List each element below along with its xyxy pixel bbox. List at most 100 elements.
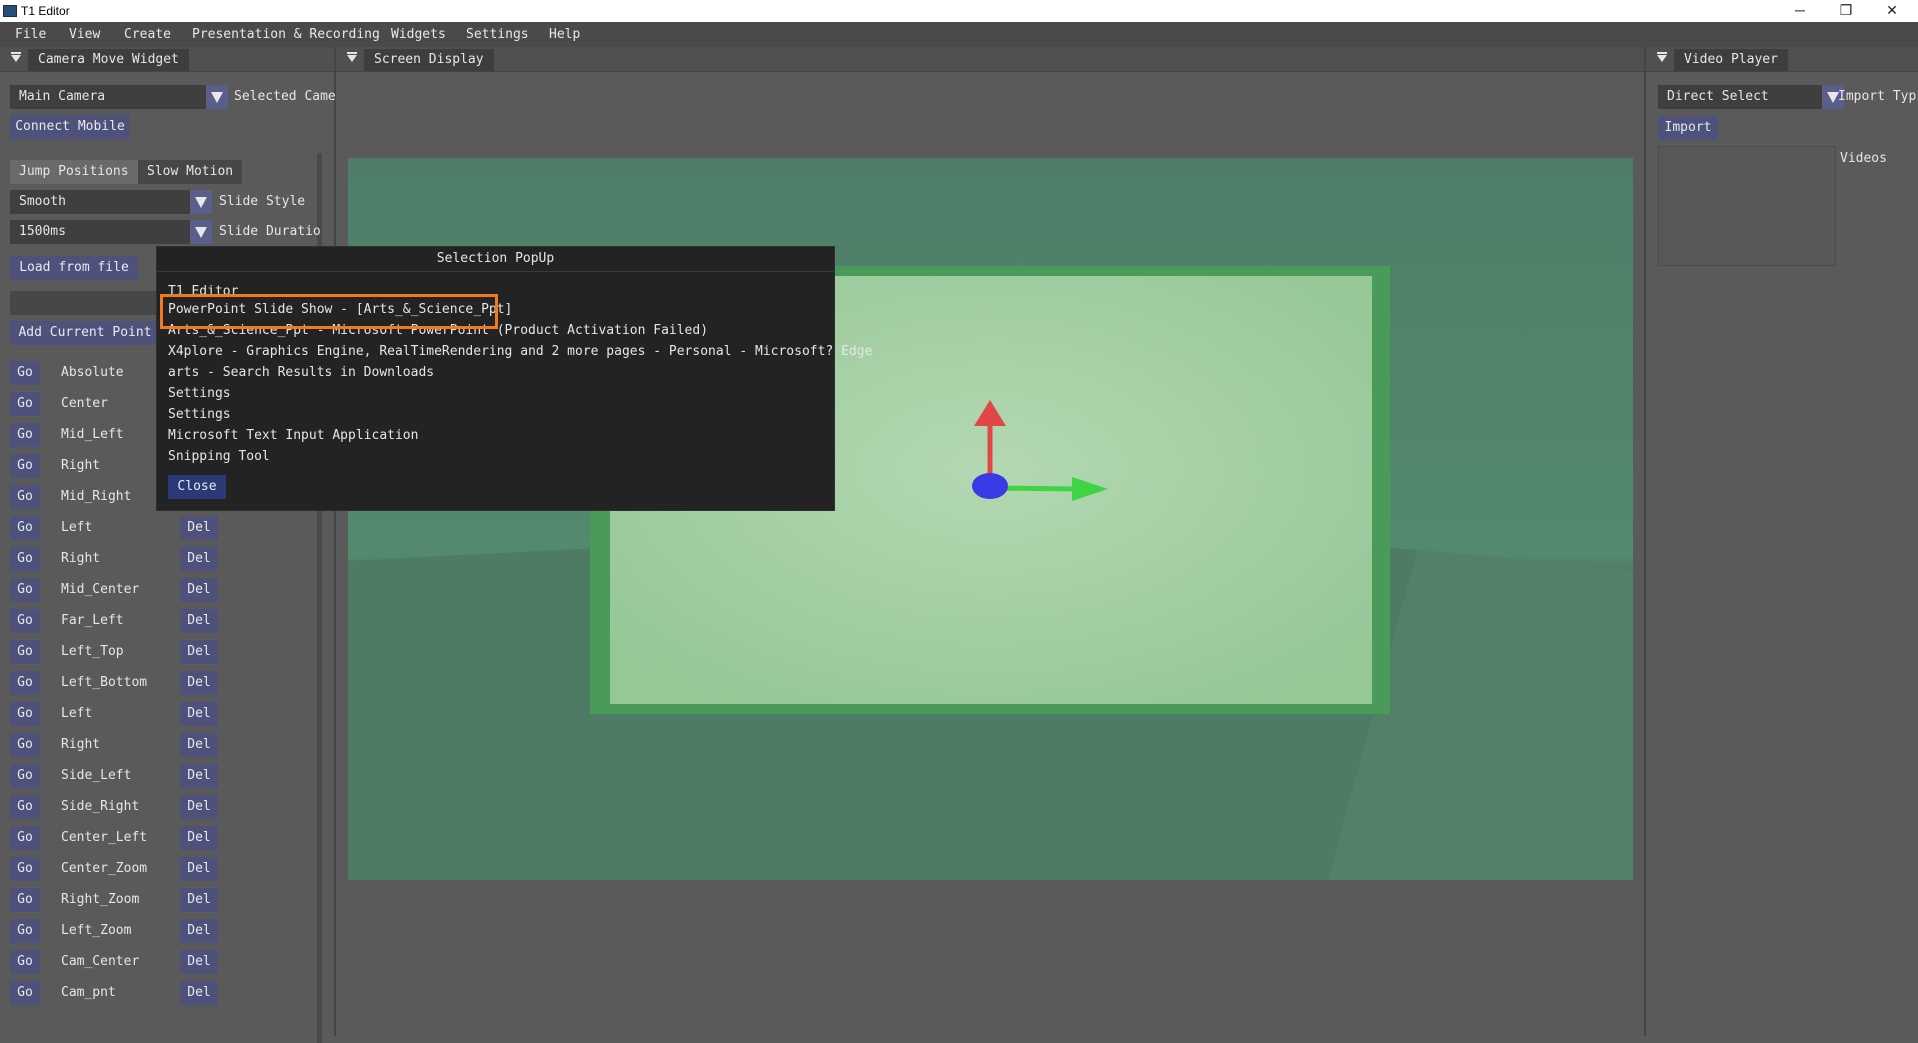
jump-position-name: Left_Bottom xyxy=(61,675,148,690)
camera-select[interactable]: Main Camera xyxy=(10,85,228,109)
del-button[interactable]: Del xyxy=(180,950,218,974)
go-button[interactable]: Go xyxy=(10,950,40,974)
del-button[interactable]: Del xyxy=(180,609,218,633)
del-button[interactable]: Del xyxy=(180,578,218,602)
videos-list[interactable] xyxy=(1658,146,1836,266)
del-button[interactable]: Del xyxy=(180,857,218,881)
menu-settings[interactable]: Settings xyxy=(466,27,529,42)
del-button[interactable]: Del xyxy=(180,640,218,664)
connect-mobile-button[interactable]: Connect Mobile xyxy=(10,115,130,139)
go-button[interactable]: Go xyxy=(10,547,40,571)
jump-position-name: Side_Left xyxy=(61,768,132,783)
popup-item[interactable]: Snipping Tool xyxy=(168,449,270,464)
maximize-button[interactable]: ❐ xyxy=(1824,0,1868,22)
go-button[interactable]: Go xyxy=(10,702,40,726)
del-button[interactable]: Del xyxy=(180,671,218,695)
selected-camera-label: Selected Came xyxy=(234,89,336,104)
collapse-icon[interactable] xyxy=(11,52,21,62)
go-button[interactable]: Go xyxy=(10,361,40,385)
import-type-select[interactable]: Direct Select xyxy=(1658,85,1844,109)
chevron-down-icon[interactable] xyxy=(190,220,212,244)
collapse-icon[interactable] xyxy=(347,52,357,62)
camera-move-widget-header: Camera Move Widget xyxy=(0,47,334,72)
collapse-icon[interactable] xyxy=(1657,52,1667,62)
jump-position-name: Mid_Center xyxy=(61,582,140,597)
tab-jump-positions[interactable]: Jump Positions xyxy=(10,160,138,184)
slide-duration-value: 1500ms xyxy=(19,224,66,239)
tab-screen-display[interactable]: Screen Display xyxy=(364,49,494,71)
gizmo-center-handle[interactable] xyxy=(972,473,1008,499)
go-button[interactable]: Go xyxy=(10,609,40,633)
menu-view[interactable]: View xyxy=(69,27,100,42)
del-button[interactable]: Del xyxy=(180,516,218,540)
del-button[interactable]: Del xyxy=(180,733,218,757)
import-button[interactable]: Import xyxy=(1658,116,1718,140)
selection-highlight xyxy=(160,294,498,329)
del-button[interactable]: Del xyxy=(180,826,218,850)
go-button[interactable]: Go xyxy=(10,423,40,447)
menu-create[interactable]: Create xyxy=(124,27,171,42)
chevron-down-icon[interactable] xyxy=(206,85,228,109)
go-button[interactable]: Go xyxy=(10,640,40,664)
popup-item[interactable]: X4plore - Graphics Engine, RealTimeRende… xyxy=(168,344,872,359)
slide-duration-select[interactable]: 1500ms xyxy=(10,220,212,244)
go-button[interactable]: Go xyxy=(10,485,40,509)
popup-item[interactable]: Microsoft Text Input Application xyxy=(168,428,418,443)
video-player-panel: Video Player Direct Select Import Typ Im… xyxy=(1646,47,1918,1036)
popup-item[interactable]: Settings xyxy=(168,407,231,422)
jump-position-name: Right xyxy=(61,458,101,473)
popup-close-button[interactable]: Close xyxy=(168,475,226,499)
del-button[interactable]: Del xyxy=(180,764,218,788)
jump-position-name: Center_Zoom xyxy=(61,861,148,876)
camera-move-widget-panel: Camera Move Widget Main Camera Selected … xyxy=(0,47,336,1043)
jump-position-name: Left xyxy=(61,706,93,721)
load-from-file-button[interactable]: Load from file xyxy=(10,256,138,280)
video-player-header: Video Player xyxy=(1646,47,1918,72)
jump-position-name: Cam_Center xyxy=(61,954,140,969)
go-button[interactable]: Go xyxy=(10,888,40,912)
close-window-button[interactable]: ✕ xyxy=(1870,0,1914,22)
add-current-point-button[interactable]: Add Current Point xyxy=(10,321,160,345)
go-button[interactable]: Go xyxy=(10,733,40,757)
jump-position-name: Left_Top xyxy=(61,644,124,659)
go-button[interactable]: Go xyxy=(10,795,40,819)
go-button[interactable]: Go xyxy=(10,981,40,1005)
go-button[interactable]: Go xyxy=(10,764,40,788)
go-button[interactable]: Go xyxy=(10,392,40,416)
go-button[interactable]: Go xyxy=(10,671,40,695)
go-button[interactable]: Go xyxy=(10,454,40,478)
popup-item[interactable]: Settings xyxy=(168,386,231,401)
go-button[interactable]: Go xyxy=(10,826,40,850)
jump-position-name: Left_Zoom xyxy=(61,923,132,938)
chevron-down-icon[interactable] xyxy=(190,190,212,214)
jump-position-name: Right_Zoom xyxy=(61,892,140,907)
jump-position-name: Right xyxy=(61,737,101,752)
menu-help[interactable]: Help xyxy=(549,27,580,42)
menu-widgets[interactable]: Widgets xyxy=(391,27,446,42)
del-button[interactable]: Del xyxy=(180,702,218,726)
selection-popup: Selection PopUp T1 Editor PowerPoint Sli… xyxy=(156,246,872,511)
menu-bar: File View Create Presentation & Recordin… xyxy=(0,22,1918,47)
del-button[interactable]: Del xyxy=(180,919,218,943)
go-button[interactable]: Go xyxy=(10,516,40,540)
popup-item[interactable]: arts - Search Results in Downloads xyxy=(168,365,434,380)
tab-video-player[interactable]: Video Player xyxy=(1674,49,1788,71)
go-button[interactable]: Go xyxy=(10,919,40,943)
jump-position-name: Cam_pnt xyxy=(61,985,116,1000)
del-button[interactable]: Del xyxy=(180,981,218,1005)
go-button[interactable]: Go xyxy=(10,857,40,881)
tab-camera-move-widget[interactable]: Camera Move Widget xyxy=(28,49,189,71)
menu-file[interactable]: File xyxy=(15,27,46,42)
jump-position-name: Right xyxy=(61,551,101,566)
del-button[interactable]: Del xyxy=(180,888,218,912)
point-name-input[interactable] xyxy=(10,291,160,315)
tab-slow-motion[interactable]: Slow Motion xyxy=(138,160,243,184)
menu-presentation-recording[interactable]: Presentation & Recording xyxy=(192,27,380,42)
del-button[interactable]: Del xyxy=(180,547,218,571)
del-button[interactable]: Del xyxy=(180,795,218,819)
import-type-label: Import Typ xyxy=(1838,89,1917,104)
app-icon xyxy=(3,5,17,17)
slide-style-select[interactable]: Smooth xyxy=(10,190,212,214)
minimize-button[interactable]: ─ xyxy=(1778,0,1822,22)
go-button[interactable]: Go xyxy=(10,578,40,602)
